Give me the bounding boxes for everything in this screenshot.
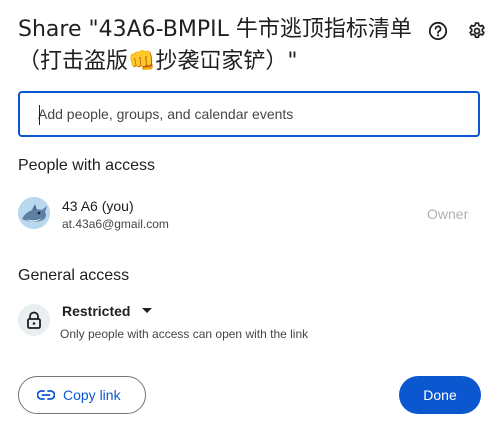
help-circle-icon[interactable] xyxy=(427,20,449,42)
person-name: 43 A6 (you) xyxy=(62,198,134,214)
person-email: at.43a6@gmail.com xyxy=(62,217,169,231)
text-caret xyxy=(39,105,40,125)
people-with-access-heading: People with access xyxy=(18,157,155,174)
share-input-container xyxy=(18,91,480,137)
general-access-dropdown[interactable]: Restricted xyxy=(58,300,156,322)
gear-icon[interactable] xyxy=(466,20,488,42)
copy-link-label: Copy link xyxy=(63,387,121,403)
person-role-owner: Owner xyxy=(427,206,469,222)
dialog-title: Share "43A6-BMPIL 牛市逃顶指标清单（打击盗版👊抄袭冚家铲）" xyxy=(18,17,412,74)
general-access-description: Only people with access can open with th… xyxy=(60,327,309,341)
shark-avatar-icon xyxy=(18,197,50,229)
general-access-selected: Restricted xyxy=(62,303,131,319)
copy-link-button[interactable]: Copy link xyxy=(18,376,146,414)
link-icon xyxy=(37,390,55,400)
general-access-heading: General access xyxy=(18,267,130,284)
add-people-input[interactable] xyxy=(20,93,478,135)
dropdown-arrow-icon xyxy=(142,308,153,314)
lock-icon xyxy=(18,304,50,336)
done-button[interactable]: Done xyxy=(399,376,481,414)
